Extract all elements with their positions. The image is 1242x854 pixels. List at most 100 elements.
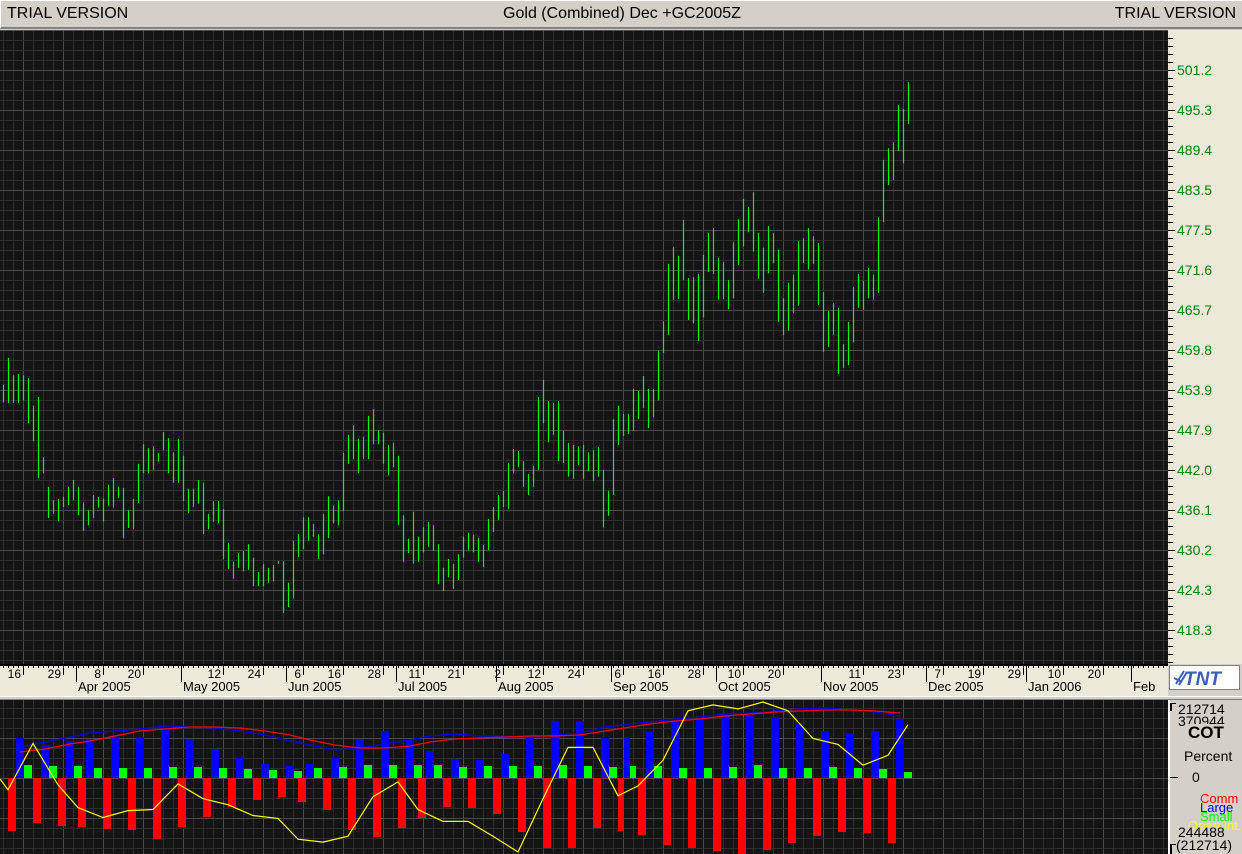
large-bar xyxy=(136,736,144,778)
small-bar xyxy=(219,767,227,778)
time-axis-tick-label: 24 xyxy=(568,667,582,681)
comm-bar xyxy=(203,778,211,818)
large-bar xyxy=(771,716,779,778)
price-axis-label: 471.6 xyxy=(1177,262,1212,278)
comm-bar xyxy=(443,778,451,808)
comm-bar xyxy=(493,778,501,815)
small-bar xyxy=(144,767,152,778)
price-axis-label: 447.9 xyxy=(1177,422,1212,438)
time-axis-tick-label: 16 xyxy=(8,667,22,681)
comm-bar xyxy=(178,778,186,828)
time-axis[interactable]: 16 29 8 20 12 24 6 16 28 11 21 2 12 24 6 16 28 10 20 11 23 7 1… xyxy=(0,664,1168,696)
comm-bar xyxy=(568,778,576,849)
price-axis-label: 483.5 xyxy=(1177,182,1212,198)
large-bar xyxy=(501,753,509,778)
comm-bar xyxy=(298,778,306,803)
time-axis-tick-label: 24 xyxy=(248,667,262,681)
comm-bar xyxy=(373,778,381,838)
large-bar xyxy=(331,757,339,778)
time-axis-month-label: Feb xyxy=(1133,679,1155,694)
small-bar xyxy=(484,765,492,778)
time-axis-month-label: Apr 2005 xyxy=(78,679,131,694)
small-bar xyxy=(194,766,202,778)
small-bar xyxy=(269,769,277,778)
cot-chart[interactable] xyxy=(0,700,1168,854)
comm-bar xyxy=(33,778,41,824)
small-bar xyxy=(294,770,302,778)
comm-bar xyxy=(398,778,406,829)
chart-title: Gold (Combined) Dec +GC2005Z xyxy=(503,5,741,22)
time-axis-tick-label: 28 xyxy=(368,667,382,681)
large-bar xyxy=(451,758,459,778)
price-axis-label: 430.2 xyxy=(1177,542,1212,558)
time-axis-month-label: Oct 2005 xyxy=(718,679,771,694)
price-axis-label: 477.5 xyxy=(1177,222,1212,238)
large-bar xyxy=(671,720,679,778)
price-axis-label: 501.2 xyxy=(1177,62,1212,78)
price-axis-label: 459.8 xyxy=(1177,342,1212,358)
cot-axis-bottom: (212714) xyxy=(1176,837,1233,853)
comm-bar xyxy=(8,778,16,832)
price-axis-label: 465.7 xyxy=(1177,302,1212,318)
time-axis-month-label: May 2005 xyxy=(183,679,240,694)
comm-bar xyxy=(618,778,624,832)
comm-bar xyxy=(348,778,356,831)
large-bar xyxy=(356,738,364,778)
trial-version-right: TRIAL VERSION xyxy=(1114,5,1236,22)
large-bar xyxy=(426,750,434,778)
time-axis-tick-label: 29 xyxy=(48,667,62,681)
time-axis-month-label: Dec 2005 xyxy=(928,679,984,694)
large-bar xyxy=(821,730,829,778)
small-bar xyxy=(630,765,636,778)
small-bar xyxy=(804,767,812,778)
small-bar xyxy=(704,767,712,778)
large-bar xyxy=(624,736,630,778)
comm-bar xyxy=(78,778,86,828)
cot-title: COT xyxy=(1186,723,1226,742)
cot-axis-panel: 212714 370944 COT Percent 0 Comm Large S… xyxy=(1168,700,1242,854)
large-bar xyxy=(261,763,269,778)
comm-bar xyxy=(593,778,601,829)
large-bar xyxy=(576,720,584,778)
large-bar xyxy=(871,730,879,778)
comm-bar xyxy=(323,778,331,811)
small-bar xyxy=(364,764,372,778)
cot-axis-zero: 0 xyxy=(1192,769,1200,785)
comm-bar xyxy=(788,778,796,844)
svg-text:TNT: TNT xyxy=(1184,669,1222,689)
large-bar xyxy=(186,738,194,778)
comm-bar xyxy=(763,778,771,851)
comm-bar xyxy=(128,778,136,831)
comm-bar xyxy=(58,778,66,827)
small-bar xyxy=(119,767,127,778)
small-bar xyxy=(754,764,762,778)
large-bar xyxy=(796,722,804,778)
small-bar xyxy=(534,765,542,778)
large-bar xyxy=(211,748,219,778)
small-bar xyxy=(609,766,617,778)
small-bar xyxy=(169,766,177,778)
large-bar xyxy=(746,714,754,778)
comm-bar xyxy=(468,778,476,809)
price-axis-label: 424.3 xyxy=(1177,582,1212,598)
comm-bar xyxy=(228,778,236,808)
price-chart[interactable] xyxy=(0,30,1168,664)
small-bar xyxy=(459,766,467,778)
large-bar xyxy=(896,718,904,778)
comm-bar xyxy=(543,778,551,849)
small-bar xyxy=(559,764,567,778)
large-bar xyxy=(236,757,244,778)
small-bar xyxy=(879,768,887,778)
tnt-logo: TNT xyxy=(1169,665,1240,690)
large-bar xyxy=(381,730,389,778)
time-axis-month-label: Jun 2005 xyxy=(288,679,342,694)
small-bar xyxy=(779,767,787,778)
price-axis-label: 489.4 xyxy=(1177,142,1212,158)
large-bar xyxy=(286,765,294,778)
small-bar xyxy=(414,764,422,778)
comm-bar xyxy=(738,778,746,854)
small-bar xyxy=(74,765,82,778)
price-axis[interactable]: 501.2 495.3 489.4 483.5 477.5 471.6 465.7 459.8… xyxy=(1168,30,1242,664)
time-axis-tick-label: 21 xyxy=(448,667,462,681)
comm-bar xyxy=(713,778,721,852)
